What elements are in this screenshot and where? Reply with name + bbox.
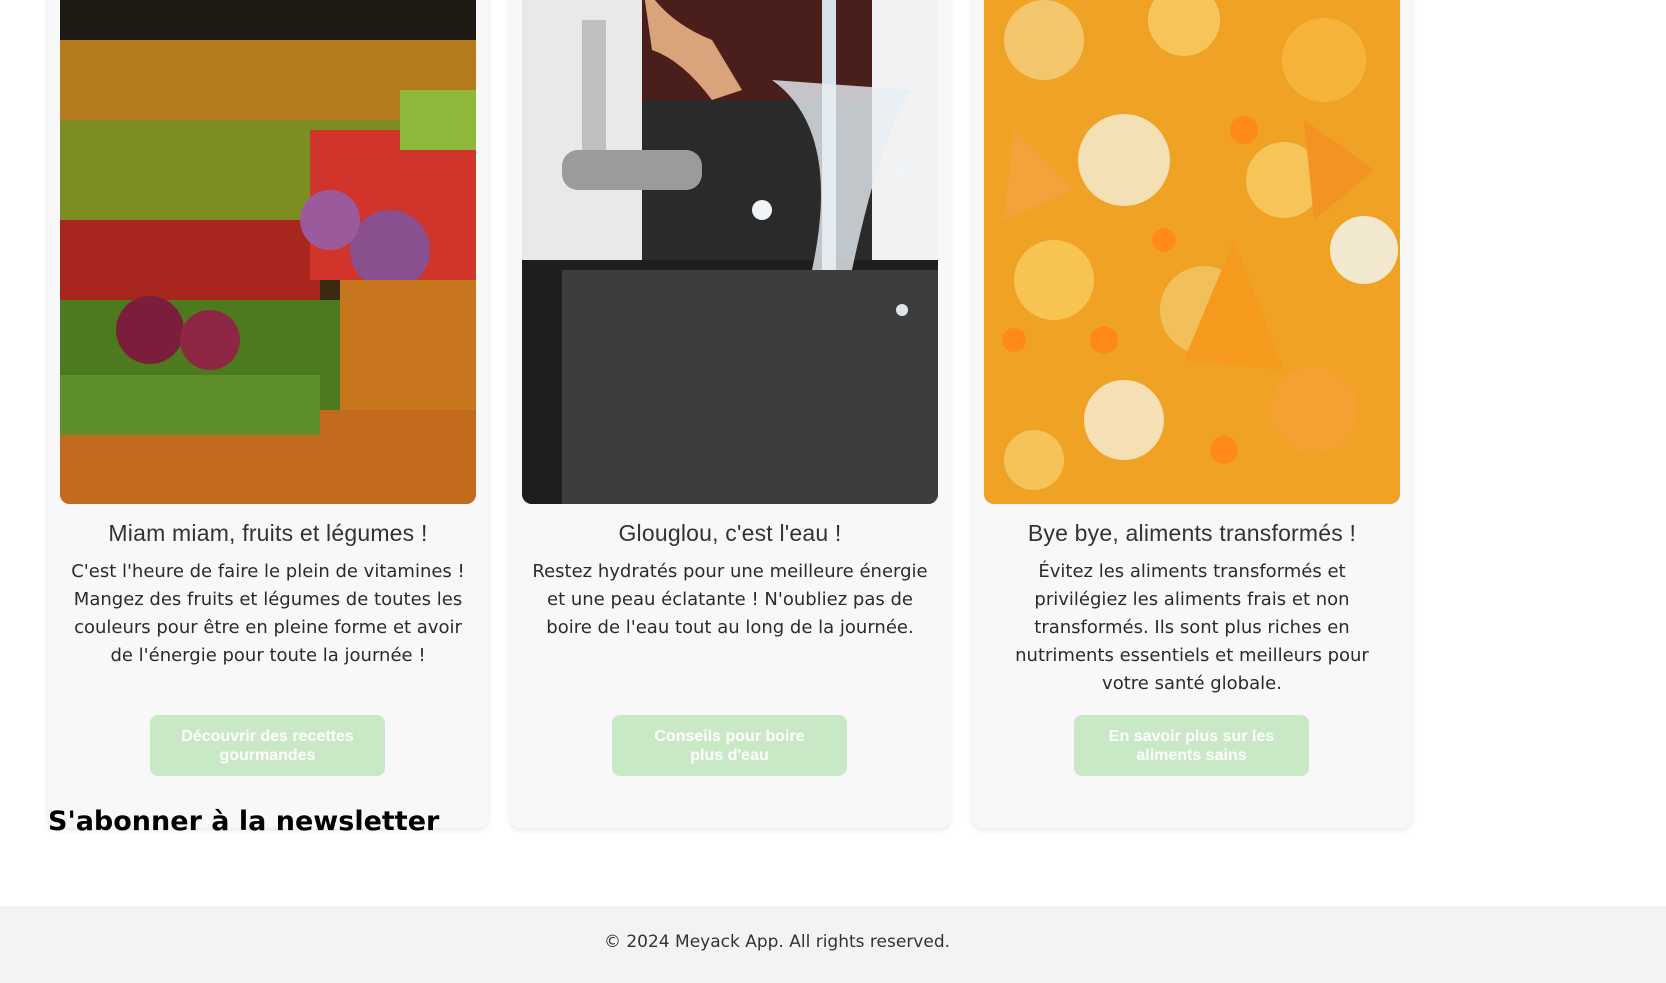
card-title: Glouglou, c'est l'eau ! <box>618 520 842 546</box>
card-description: Restez hydratés pour une meilleure énerg… <box>532 561 928 638</box>
card-title: Bye bye, aliments transformés ! <box>1027 520 1357 546</box>
water-image <box>522 0 938 504</box>
card-title: Miam miam, fruits et légumes ! <box>108 520 428 546</box>
card-description: Évitez les aliments transformés et privi… <box>1015 561 1369 694</box>
recipes-button[interactable]: Découvrir des recettes gourmandes <box>150 715 385 776</box>
card-water: Glouglou, c'est l'eau ! Restez hydratés … <box>510 0 950 828</box>
cards-row: Miam miam, fruits et légumes ! C'est l'h… <box>48 0 1414 830</box>
card-fruits-vegetables: Miam miam, fruits et légumes ! C'est l'h… <box>48 0 488 828</box>
healthy-foods-button[interactable]: En savoir plus sur les aliments sains <box>1074 715 1309 776</box>
footer: © 2024 Meyack App. All rights reserved. <box>0 906 1666 983</box>
water-tips-button[interactable]: Conseils pour boire plus d'eau <box>612 715 847 776</box>
fruits-vegetables-image <box>60 0 476 504</box>
snacks-image <box>984 0 1400 504</box>
card-processed-foods: Bye bye, aliments transformés ! Évitez l… <box>972 0 1412 828</box>
footer-copyright: © 2024 Meyack App. All rights reserved. <box>603 932 951 952</box>
newsletter-title: S'abonner à la newsletter <box>48 806 440 837</box>
card-description: C'est l'heure de faire le plein de vitam… <box>71 561 465 666</box>
